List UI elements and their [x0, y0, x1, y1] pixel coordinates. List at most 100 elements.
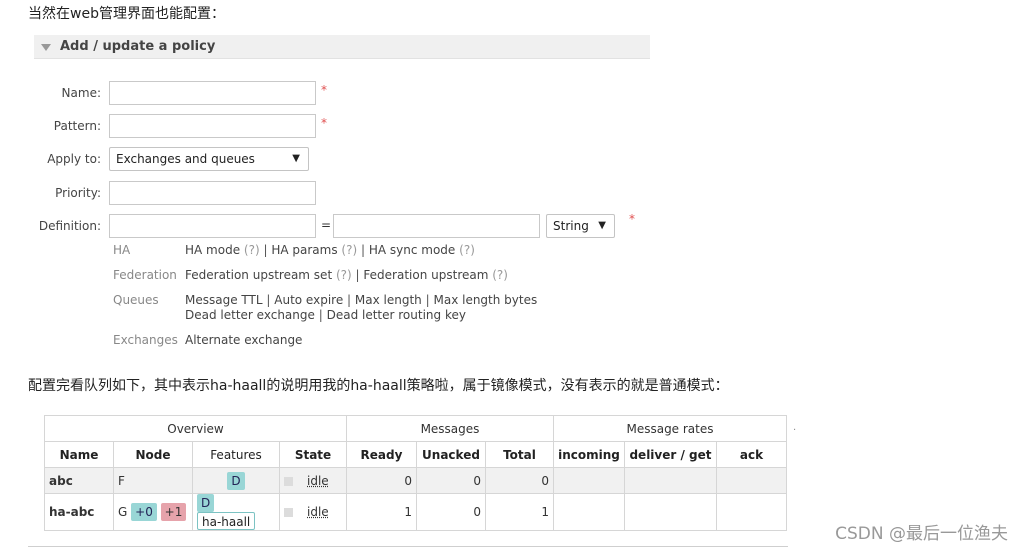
help-group-ha: HA: [113, 243, 131, 257]
state-text: idle: [307, 505, 329, 519]
feature-durable-tag: D: [197, 494, 215, 512]
priority-input[interactable]: [109, 181, 316, 205]
queue-incoming: [553, 467, 625, 494]
help-q[interactable]: (?): [336, 268, 352, 282]
equals-sign: =: [321, 218, 332, 232]
group-overview: Overview: [44, 415, 347, 442]
help-link-max-length-bytes[interactable]: Max length bytes: [433, 293, 537, 307]
help-link-ha-mode[interactable]: HA mode: [185, 243, 240, 257]
queue-incoming: [553, 493, 625, 531]
policy-panel-header[interactable]: Add / update a policy: [34, 35, 650, 59]
name-required-mark: *: [321, 83, 327, 97]
col-name[interactable]: Name: [44, 441, 114, 468]
col-deliver-get[interactable]: deliver / get: [624, 441, 717, 468]
queue-ack: [716, 467, 787, 494]
sep: |: [318, 308, 323, 322]
help-federation-links: Federation upstream set (?) | Federation…: [185, 268, 508, 283]
divider: [28, 546, 788, 547]
dropdown-arrow-icon: ▼: [292, 153, 300, 164]
table-row[interactable]: ha-abc G +0 +1 D ha-haall idle 1 0 1: [44, 493, 787, 531]
queue-state: idle: [279, 493, 347, 531]
help-link-auto-expire[interactable]: Auto expire: [274, 293, 343, 307]
queue-features: D ha-haall: [192, 493, 280, 531]
mid-text: 配置完看队列如下，其中表示ha-haall的说明用我的ha-haall策略啦，属…: [28, 378, 729, 394]
pattern-required-mark: *: [321, 116, 327, 130]
intro-text: 当然在web管理界面也能配置：: [28, 6, 225, 22]
queue-unacked: 0: [416, 467, 486, 494]
help-link-ha-sync-mode[interactable]: HA sync mode: [369, 243, 455, 257]
panel-title: Add / update a policy: [60, 39, 216, 54]
col-features[interactable]: Features: [192, 441, 280, 468]
col-ready[interactable]: Ready: [346, 441, 417, 468]
queue-node: G +0 +1: [113, 493, 193, 531]
col-state[interactable]: State: [279, 441, 347, 468]
col-unacked[interactable]: Unacked: [416, 441, 486, 468]
col-ack[interactable]: ack: [716, 441, 787, 468]
help-link-alternate-exchange[interactable]: Alternate exchange: [185, 333, 302, 348]
help-q[interactable]: (?): [244, 243, 260, 257]
definition-label: Definition:: [38, 219, 101, 233]
definition-required-mark: *: [629, 212, 635, 226]
help-link-message-ttl[interactable]: Message TTL: [185, 293, 263, 307]
help-group-exchanges: Exchanges: [113, 333, 178, 347]
name-input[interactable]: [109, 81, 316, 105]
col-total[interactable]: Total: [485, 441, 554, 468]
help-q[interactable]: (?): [492, 268, 508, 282]
queue-unacked: 0: [416, 493, 486, 531]
priority-label: Priority:: [55, 186, 101, 200]
mirror-unsync-tag: +1: [160, 503, 187, 521]
sep: |: [360, 243, 366, 257]
help-q[interactable]: (?): [341, 243, 357, 257]
stray-dot: .: [793, 422, 797, 433]
watermark: CSDN @最后一位渔夫: [835, 524, 1008, 544]
help-link-dead-letter-routing-key[interactable]: Dead letter routing key: [327, 308, 466, 322]
sep: |: [347, 293, 352, 307]
definition-type-value: String: [553, 219, 589, 233]
feature-durable-tag: D: [227, 471, 245, 490]
queue-node: F: [113, 467, 193, 494]
sep: |: [355, 268, 360, 282]
col-node[interactable]: Node: [113, 441, 193, 468]
queue-ready: 0: [346, 467, 417, 494]
apply-to-select[interactable]: Exchanges and queues ▼: [109, 147, 309, 171]
table-row[interactable]: abc F D idle 0 0 0: [44, 467, 787, 494]
queues-table: Overview Messages Message rates Name Nod…: [44, 415, 787, 531]
queue-ready: 1: [346, 493, 417, 531]
col-incoming[interactable]: incoming: [553, 441, 625, 468]
help-link-federation-upstream[interactable]: Federation upstream: [363, 268, 488, 282]
help-group-federation: Federation: [113, 268, 177, 282]
help-link-max-length[interactable]: Max length: [355, 293, 422, 307]
sep: |: [266, 293, 271, 307]
apply-to-value: Exchanges and queues: [116, 152, 255, 166]
queue-deliver-get: [624, 493, 717, 531]
state-text: idle: [307, 473, 329, 488]
sep: |: [425, 293, 430, 307]
queue-total: 0: [485, 467, 554, 494]
help-ha-links: HA mode (?) | HA params (?) | HA sync mo…: [185, 243, 475, 258]
name-label: Name:: [61, 86, 101, 100]
state-square-icon: [284, 476, 293, 486]
help-group-queues: Queues: [113, 293, 159, 307]
queue-name[interactable]: ha-abc: [44, 493, 114, 531]
help-link-ha-params[interactable]: HA params: [271, 243, 337, 257]
queue-state: idle: [279, 467, 347, 494]
dropdown-arrow-icon: ▼: [598, 220, 606, 231]
apply-to-label: Apply to:: [47, 152, 101, 166]
state-square-icon: [284, 508, 293, 517]
help-link-dead-letter-exchange[interactable]: Dead letter exchange: [185, 308, 315, 322]
policy-tag[interactable]: ha-haall: [197, 512, 256, 530]
definition-key-input[interactable]: [109, 214, 316, 238]
definition-value-input[interactable]: [333, 214, 540, 238]
help-queues-links: Message TTL | Auto expire | Max length |…: [185, 293, 537, 323]
queue-deliver-get: [624, 467, 717, 494]
definition-type-select[interactable]: String ▼: [546, 214, 615, 238]
pattern-label: Pattern:: [53, 119, 101, 133]
node-name: G: [118, 505, 128, 519]
group-message-rates: Message rates: [553, 415, 787, 442]
mirror-sync-tag: +0: [131, 503, 157, 521]
help-link-federation-upstream-set[interactable]: Federation upstream set: [185, 268, 332, 282]
help-q[interactable]: (?): [459, 243, 475, 257]
queue-name[interactable]: abc: [44, 467, 114, 494]
pattern-input[interactable]: [109, 114, 316, 138]
collapse-triangle-icon: [41, 44, 51, 51]
